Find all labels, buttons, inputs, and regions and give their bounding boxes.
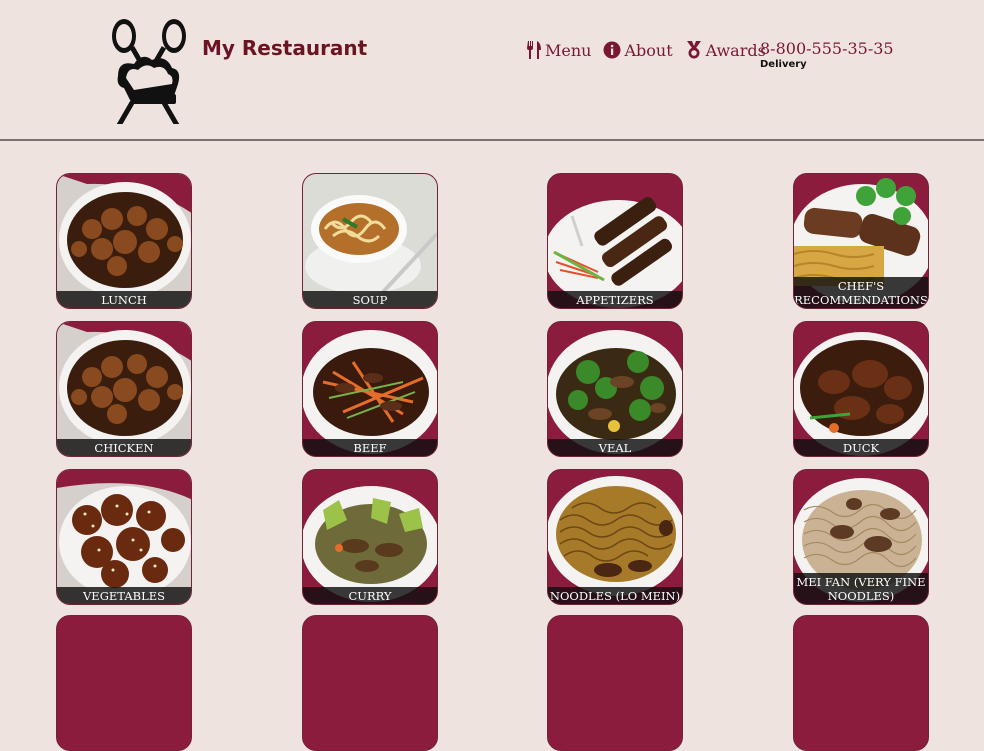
menu-tile-partial[interactable]: [302, 615, 438, 751]
menu-tile-label: CHEF'S RECOMMENDATIONS: [794, 277, 928, 308]
nav-menu-label: Menu: [545, 40, 592, 60]
dish-photo: [303, 322, 437, 456]
dish-photo: [303, 470, 437, 604]
main-nav: Menu About Awards: [526, 39, 778, 61]
phone-number[interactable]: 8-800-555-35-35: [760, 39, 894, 58]
dish-photo: [548, 174, 682, 308]
menu-tile-label: NOODLES (LO MEIN): [548, 587, 682, 604]
delivery-label: Delivery: [760, 59, 807, 70]
menu-tile[interactable]: DUCK: [793, 321, 929, 457]
nav-awards-label: Awards: [705, 40, 766, 60]
menu-tile-label: SOUP: [303, 291, 437, 308]
menu-tile[interactable]: APPETIZERS: [547, 173, 683, 309]
fork-knife-icon: [527, 41, 541, 59]
dish-photo: [57, 322, 191, 456]
menu-tile-label: BEEF: [303, 439, 437, 456]
menu-tile-partial[interactable]: [547, 615, 683, 751]
nav-about-label: About: [624, 40, 673, 60]
menu-tile-label: DUCK: [794, 439, 928, 456]
dish-photo: [548, 470, 682, 604]
site-header: My Restaurant Menu About Awards 8-800-55…: [0, 0, 984, 141]
menu-tile-partial[interactable]: [56, 615, 192, 751]
nav-menu[interactable]: Menu: [526, 41, 591, 60]
menu-tile-label: VEAL: [548, 439, 682, 456]
menu-tile[interactable]: VEGETABLES: [56, 469, 192, 605]
menu-tile[interactable]: CURRY: [302, 469, 438, 605]
menu-tile[interactable]: MEI FAN (VERY FINE NOODLES): [793, 469, 929, 605]
menu-tile-label: APPETIZERS: [548, 291, 682, 308]
menu-tile[interactable]: CHEF'S RECOMMENDATIONS: [793, 173, 929, 309]
menu-tile-label: MEI FAN (VERY FINE NOODLES): [794, 573, 928, 604]
menu-tile[interactable]: SOUP: [302, 173, 438, 309]
menu-tile-label: VEGETABLES: [57, 587, 191, 604]
menu-tile[interactable]: NOODLES (LO MEIN): [547, 469, 683, 605]
menu-tile-label: CHICKEN: [57, 439, 191, 456]
nav-about[interactable]: About: [603, 40, 673, 60]
menu-tile-partial[interactable]: [793, 615, 929, 751]
dish-photo: [548, 322, 682, 456]
contact: 8-800-555-35-35 Delivery: [760, 39, 894, 70]
brand-name[interactable]: My Restaurant: [202, 36, 367, 60]
dish-photo: [794, 322, 928, 456]
medal-icon: [686, 41, 701, 59]
menu-tile[interactable]: BEEF: [302, 321, 438, 457]
menu-tile[interactable]: LUNCH: [56, 173, 192, 309]
menu-tile[interactable]: VEAL: [547, 321, 683, 457]
info-icon: [603, 41, 621, 59]
nav-awards[interactable]: Awards: [685, 41, 766, 60]
menu-tile-label: LUNCH: [57, 291, 191, 308]
dish-photo: [57, 174, 191, 308]
spoon-chef-hat-logo-icon[interactable]: [104, 14, 194, 124]
dish-photo: [57, 470, 191, 604]
dish-photo: [303, 174, 437, 308]
menu-tile-label: CURRY: [303, 587, 437, 604]
menu-tile[interactable]: CHICKEN: [56, 321, 192, 457]
